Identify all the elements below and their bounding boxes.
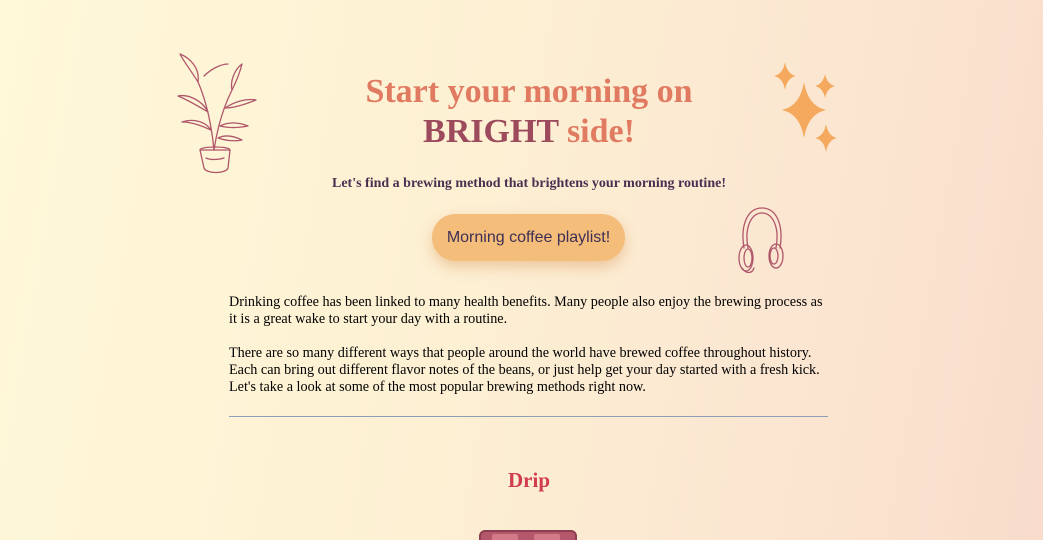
page-subtitle: Let's find a brewing method that brighte…: [332, 176, 726, 191]
section-divider: [229, 416, 828, 417]
title-side-word: side!: [558, 113, 635, 150]
section-heading-drip: Drip: [508, 468, 550, 492]
page-title: Start your morning on: [365, 73, 693, 110]
intro-paragraph-1: Drinking coffee has been linked to many …: [229, 294, 823, 327]
playlist-button[interactable]: Morning coffee playlist!: [432, 214, 625, 261]
headphones-icon: [738, 207, 784, 274]
drip-coffee-image: [479, 530, 577, 540]
intro-text: Drinking coffee has been linked to many …: [229, 294, 829, 413]
page-title-highlight: BRIGHT side!: [0, 112, 1043, 152]
title-bright-word: BRIGHT: [423, 113, 559, 150]
intro-paragraph-2: There are so many different ways that pe…: [229, 345, 820, 395]
